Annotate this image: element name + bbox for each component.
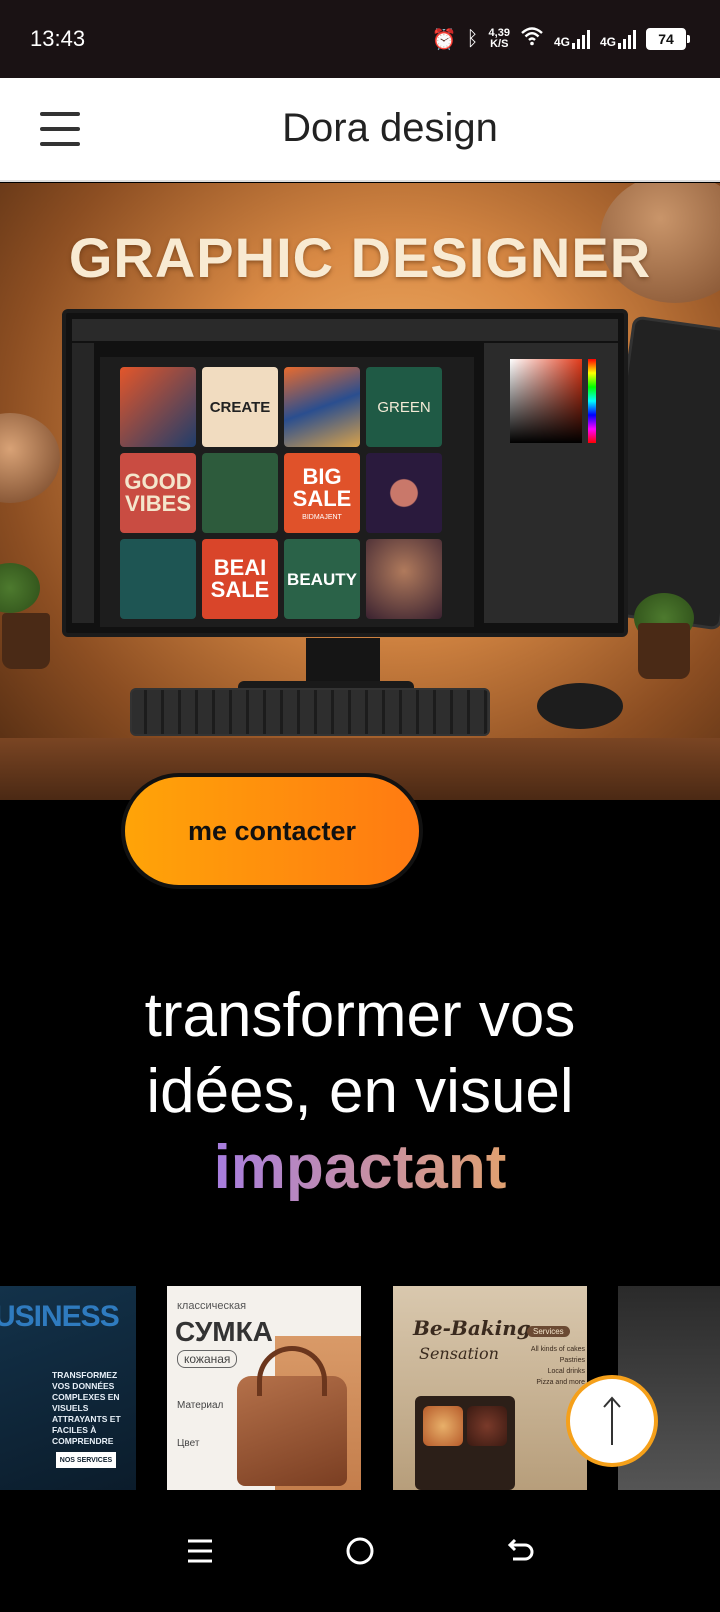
design-grid: CREATE GREEN GOOD VIBES BIG SALE BIDMAJE… xyxy=(120,367,442,619)
portfolio-card-baking[interactable]: Be-Baking Sensation Services All kinds o… xyxy=(393,1286,587,1490)
card3-item: Pizza and more xyxy=(536,1379,585,1386)
card2-kicker: классическая xyxy=(177,1300,247,1312)
bluetooth-icon: ᛒ xyxy=(466,27,479,50)
tagline-line2: idées, en visuel xyxy=(146,1057,574,1126)
tile-planet xyxy=(366,453,442,533)
tile-create: CREATE xyxy=(202,367,278,447)
site-title[interactable]: Dora design xyxy=(0,106,720,151)
mouse-image xyxy=(537,683,623,729)
home-icon[interactable] xyxy=(330,1521,390,1581)
battery-icon: 74 xyxy=(646,28,690,50)
card3-badge: Services xyxy=(527,1326,570,1337)
card3-item: Pastries xyxy=(559,1357,585,1364)
card1-button: NOS SERVICES xyxy=(56,1452,116,1468)
tile-big-sale-label: BIG SALE xyxy=(292,463,352,511)
card1-title: USINESS xyxy=(0,1300,120,1333)
keyboard-image xyxy=(130,688,490,736)
monitor-image: CREATE GREEN GOOD VIBES BIG SALE BIDMAJE… xyxy=(62,309,628,637)
card3-item: Local drinks xyxy=(547,1368,585,1375)
card1-body: TRANSFORMEZ VOS DONNÉES COMPLEXES EN VIS… xyxy=(52,1370,121,1446)
arrow-up-icon[interactable] xyxy=(566,1375,658,1467)
signal-sim1: 4G xyxy=(554,29,590,49)
tile-waves xyxy=(284,367,360,447)
tile-big-sale-sub: BIDMAJENT xyxy=(302,513,342,521)
card3-item: All kinds of cakes xyxy=(530,1346,585,1353)
tile-beai-sale: BEAI SALE xyxy=(202,539,278,619)
sim2-label: 4G xyxy=(599,35,616,49)
hero-title: GRAPHIC DESIGNER xyxy=(68,226,652,289)
net-speed-unit: K/S xyxy=(490,38,509,50)
lamp-image xyxy=(0,413,60,503)
alarm-icon: ⏰ xyxy=(431,28,457,51)
tile-green: GREEN xyxy=(366,367,442,447)
hero-banner: GRAPHIC DESIGNER CREATE GREEN GOOD VIBES… xyxy=(0,183,720,800)
tagline-accent: impactant xyxy=(213,1133,507,1202)
tile-daisy xyxy=(120,539,196,619)
signal-icon xyxy=(618,29,636,49)
card2-badge: кожаная xyxy=(177,1350,238,1368)
tagline: transformer vos idées, en visuel impacta… xyxy=(0,978,720,1206)
recents-icon[interactable] xyxy=(170,1521,230,1581)
net-speed: 4,39 K/S xyxy=(489,28,510,50)
tile-big-sale: BIG SALE BIDMAJENT xyxy=(284,453,360,533)
card3-subtitle: Sensation xyxy=(419,1344,499,1363)
wifi-icon xyxy=(520,26,544,52)
tagline-line1: transformer vos xyxy=(144,981,576,1050)
back-icon[interactable] xyxy=(490,1521,550,1581)
contact-button[interactable]: me contacter xyxy=(121,773,423,889)
status-bar: 13:43 ⏰ ᛒ 4,39 K/S 4G 4G 74 xyxy=(0,0,720,78)
tile-geometric xyxy=(120,367,196,447)
status-time: 13:43 xyxy=(30,26,86,51)
pot-image xyxy=(2,613,50,669)
status-icons: ⏰ ᛒ 4,39 K/S 4G 4G 74 xyxy=(432,26,690,52)
card2-spec1: Материал xyxy=(177,1400,224,1411)
card2-title: СУМКА xyxy=(175,1316,273,1347)
card2-spec2: Цвет xyxy=(177,1438,200,1449)
signal-icon xyxy=(571,29,590,49)
signal-sim2: 4G xyxy=(600,29,636,49)
card3-menu: All kinds of cakes Pastries Local drinks… xyxy=(519,1344,585,1388)
portfolio-card-business[interactable]: USINESS TRANSFORMEZ VOS DONNÉES COMPLEXE… xyxy=(0,1286,136,1490)
tile-flowers xyxy=(202,453,278,533)
pot-image xyxy=(638,623,690,679)
site-header: Dora design xyxy=(0,78,720,182)
tile-beauty: BEAUTY xyxy=(284,539,360,619)
tile-good-vibes: GOOD VIBES xyxy=(120,453,196,533)
card3-title: Be-Baking xyxy=(413,1316,531,1340)
plant-image xyxy=(0,563,40,613)
portfolio-card-bag[interactable]: классическая СУМКА кожаная Материал Цвет xyxy=(167,1286,361,1490)
system-nav-bar xyxy=(0,1490,720,1612)
battery-level: 74 xyxy=(646,28,686,50)
tile-portrait xyxy=(366,539,442,619)
sim1-label: 4G xyxy=(553,35,570,49)
